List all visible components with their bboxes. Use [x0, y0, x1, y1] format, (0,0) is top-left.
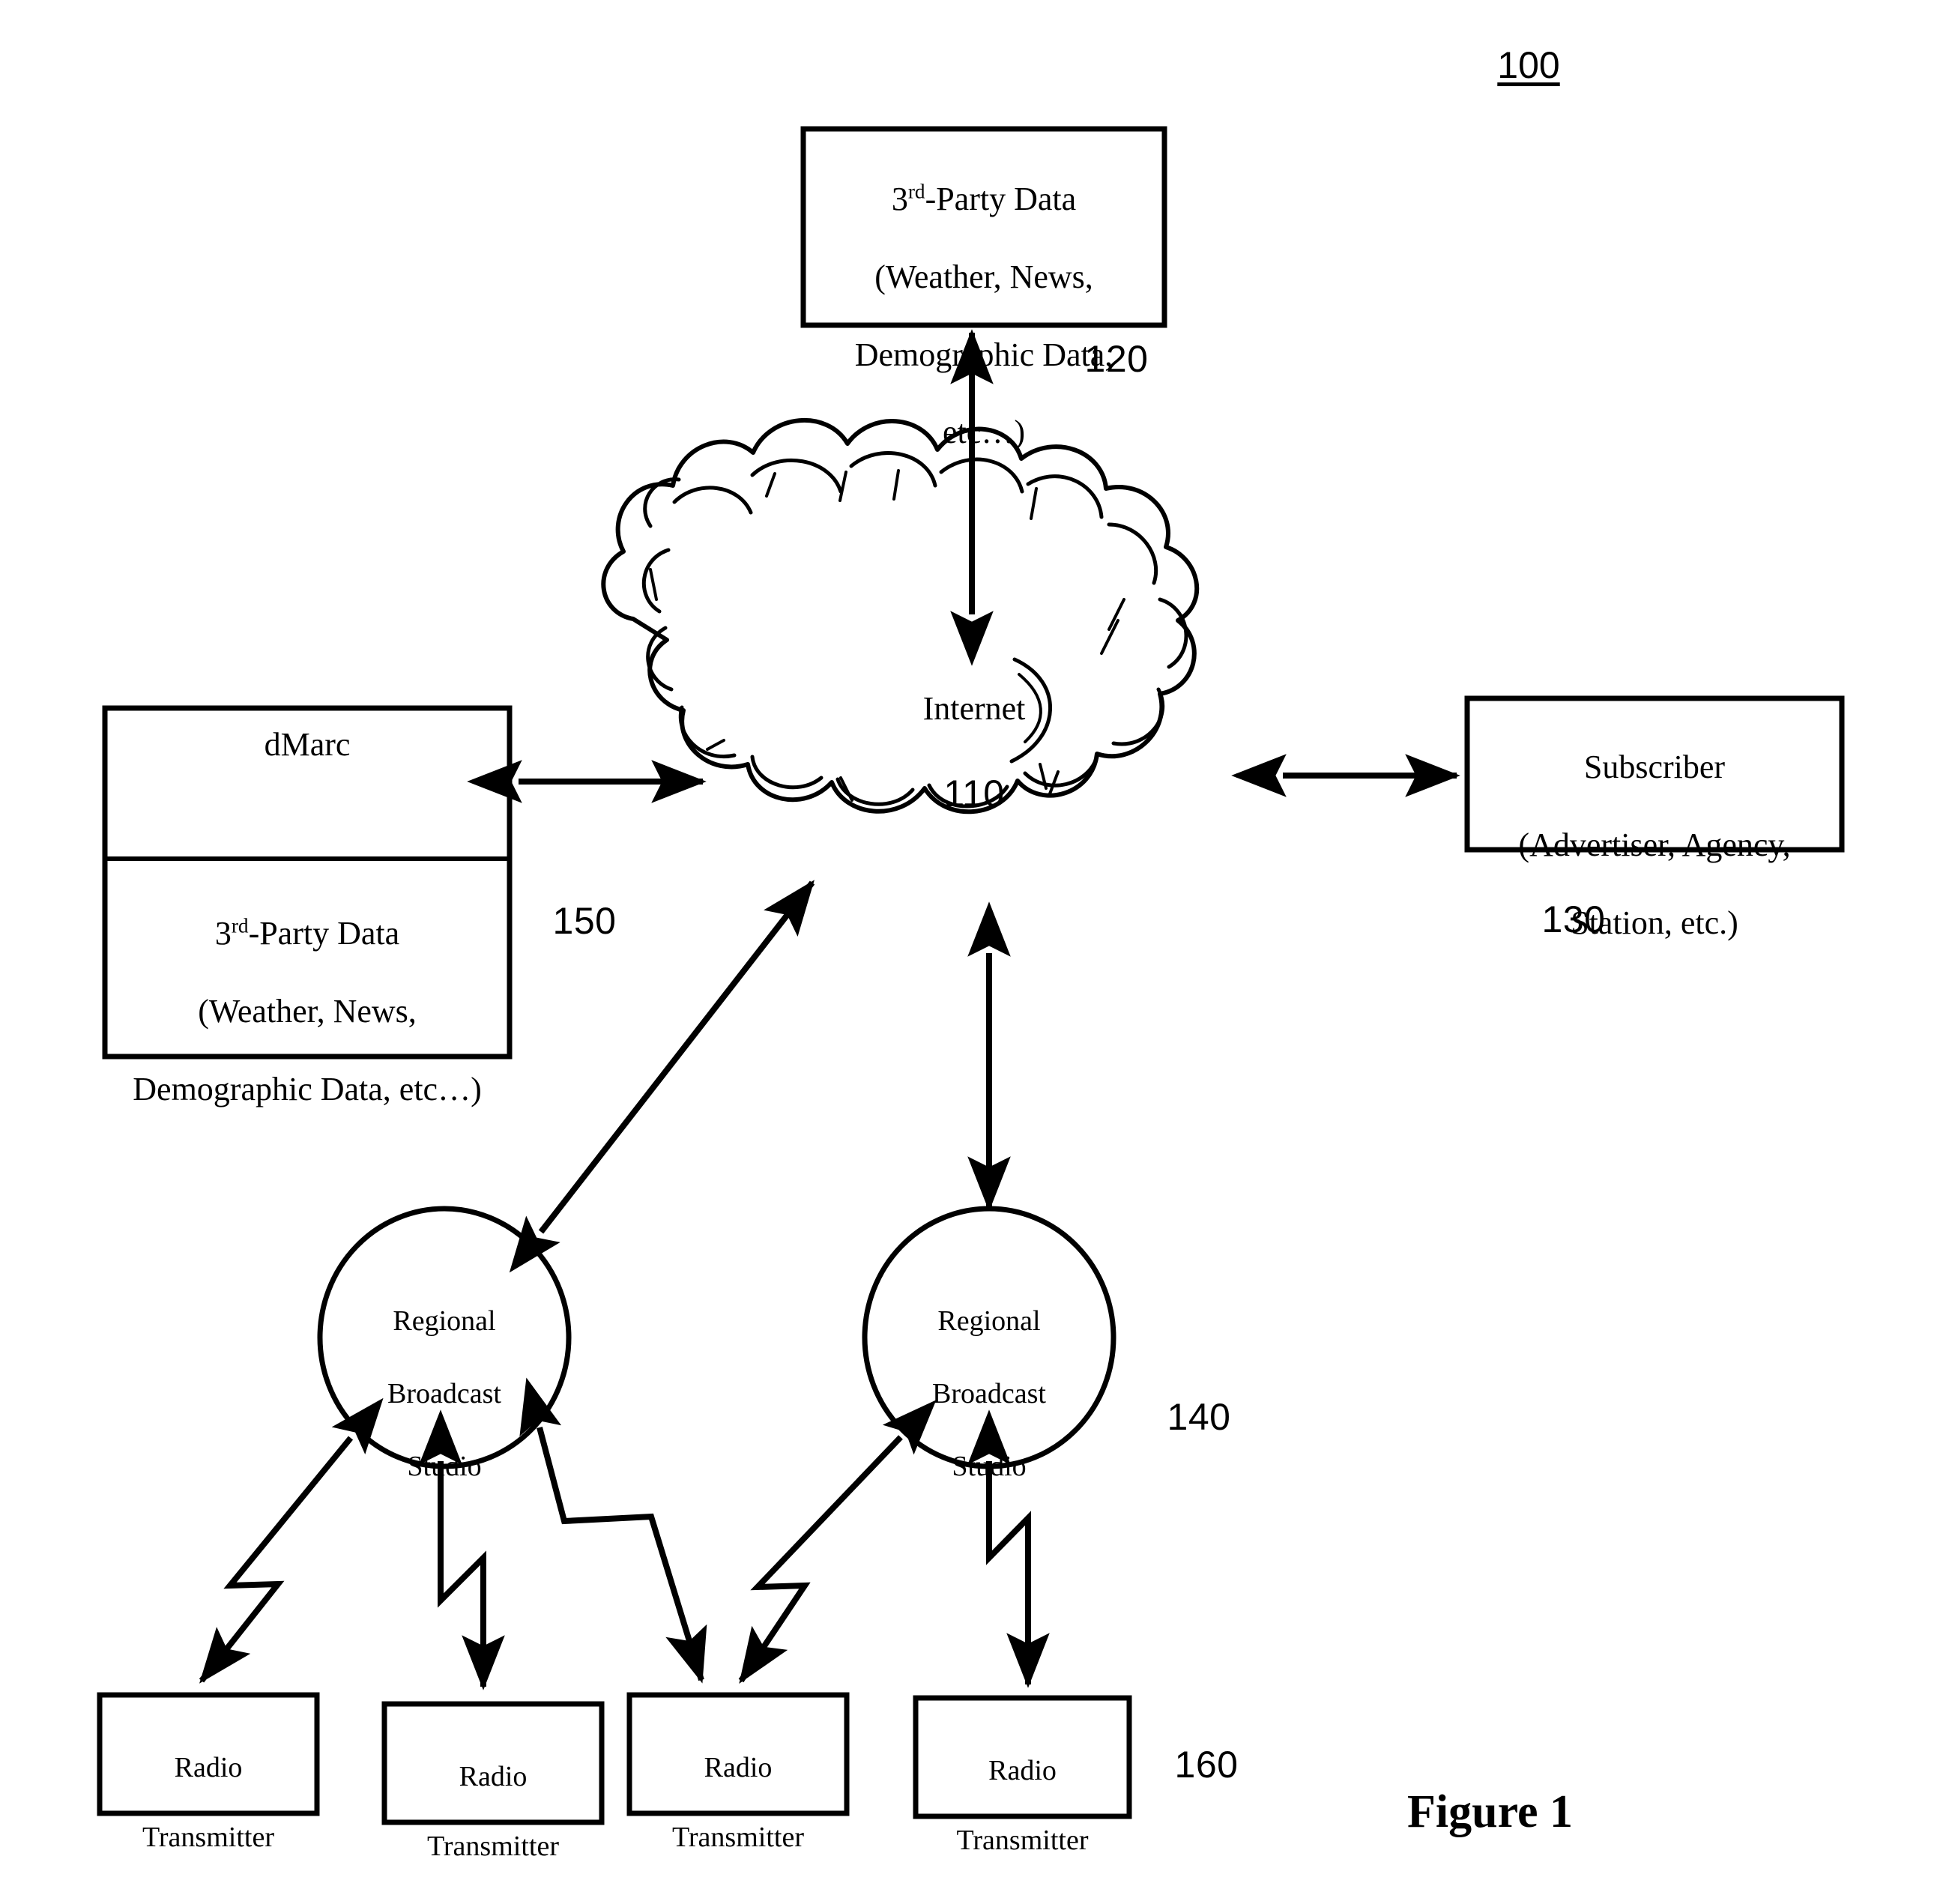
xmit-2-line-2: Transmitter: [427, 1831, 559, 1863]
patent-figure-page: 100 3rd-Party Data (Weather, News, Demog…: [0, 0, 1934, 1904]
xmit-4-line-2: Transmitter: [956, 1825, 1089, 1857]
xmit-1-line-1: Radio: [174, 1752, 243, 1784]
dmarc-data-line-2: (Weather, News,: [198, 992, 417, 1030]
xmit-3-line-1: Radio: [704, 1752, 773, 1784]
internet-cloud-ref-number: 110: [943, 773, 1005, 815]
system-reference-number: 100: [1497, 44, 1560, 86]
subscriber-ref-number: 130: [1541, 898, 1606, 940]
dmarc-title: dMarc: [264, 726, 351, 763]
xmit-1-line-2: Transmitter: [142, 1822, 274, 1854]
radio-transmitter-label-3: Radio Transmitter: [629, 1716, 847, 1890]
third-party-data-label: 3rd-Party Data (Weather, News, Demograph…: [803, 141, 1164, 491]
internet-cloud-label: Internet: [922, 690, 1026, 727]
third-party-data-line-4: etc…): [943, 414, 1025, 451]
dmarc-data-line-1: 3rd-Party Data: [214, 914, 400, 952]
radio-transmitter-label-4: Radio Transmitter: [916, 1719, 1129, 1893]
third-party-data-line-2: (Weather, News,: [874, 258, 1093, 295]
radio-transmitter-label-1: Radio Transmitter: [100, 1716, 317, 1890]
radio-transmitter-ref-number: 160: [1174, 1744, 1239, 1786]
dmarc-third-party-data-label: 3rd-Party Data (Weather, News, Demograph…: [105, 875, 510, 1147]
broadcast-studio-label-2: Regional Broadcast Studio: [877, 1266, 1102, 1521]
studio-2-line-3: Studio: [952, 1451, 1027, 1483]
dmarc-ref-number: 150: [552, 900, 617, 942]
xmit-4-line-1: Radio: [988, 1755, 1057, 1787]
subscriber-line-1: Subscriber: [1583, 748, 1726, 785]
dmarc-data-line-3: Demographic Data, etc…): [133, 1070, 482, 1107]
studio-1-line-2: Broadcast: [387, 1377, 501, 1409]
rf-link-studio1-xmit3: [519, 1377, 707, 1684]
radio-transmitter-label-2: Radio Transmitter: [384, 1725, 602, 1899]
third-party-data-line-1: 3rd-Party Data: [891, 180, 1077, 217]
broadcast-studio-ref-number: 140: [1167, 1396, 1231, 1438]
ordinal-superscript: rd: [231, 914, 249, 937]
third-party-data-ref-number: 120: [1084, 338, 1149, 380]
studio-1-line-3: Studio: [407, 1451, 482, 1483]
rf-link-studio1-xmit1: [199, 1397, 384, 1684]
ordinal-superscript: rd: [907, 180, 925, 203]
broadcast-studio-label-1: Regional Broadcast Studio: [332, 1266, 557, 1521]
subscriber-line-2: (Advertiser, Agency,: [1518, 826, 1791, 863]
figure-caption: Figure 1: [1407, 1786, 1573, 1837]
studio-2-line-2: Broadcast: [932, 1377, 1046, 1409]
studio-1-line-1: Regional: [393, 1305, 496, 1337]
studio-2-line-1: Regional: [937, 1305, 1041, 1337]
xmit-3-line-2: Transmitter: [672, 1822, 804, 1854]
xmit-2-line-1: Radio: [459, 1761, 528, 1793]
